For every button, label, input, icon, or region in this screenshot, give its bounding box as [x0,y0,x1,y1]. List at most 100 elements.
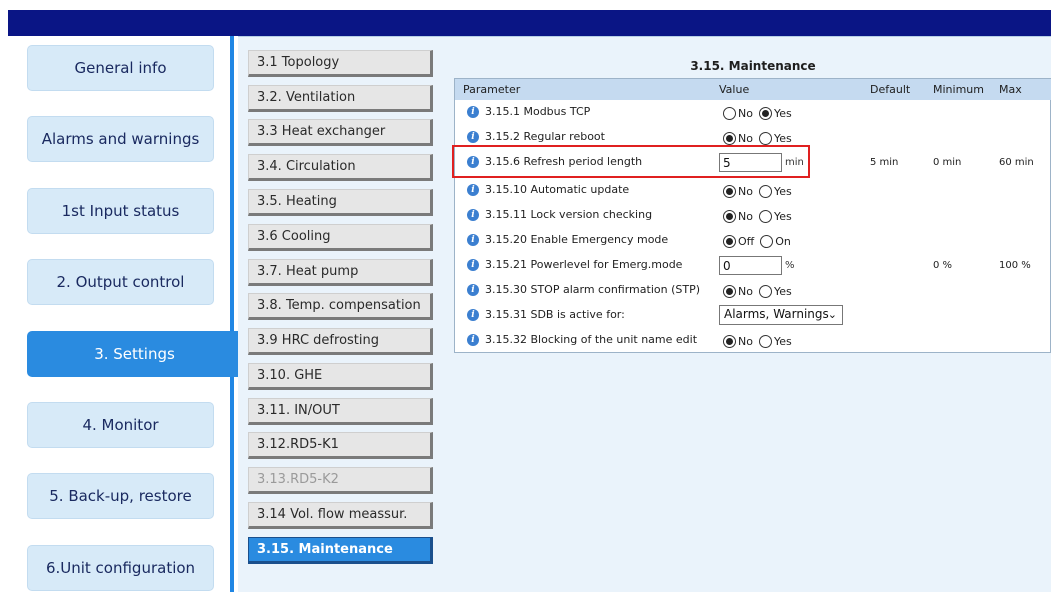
select-value: Alarms, Warnings [724,307,829,321]
radio-label: Yes [773,107,792,120]
radio-yes[interactable] [758,335,772,348]
nav-alarms-and-warnings[interactable]: Alarms and warnings [27,116,214,162]
info-icon[interactable]: i [467,284,479,296]
radio-label: No [738,210,753,223]
table-row: i 3.15.2 Regular reboot No Yes [455,126,1051,151]
table-row: i 3.15.21 Powerlevel for Emerg.mode % 0 … [455,254,1051,279]
info-icon[interactable]: i [467,334,479,346]
table-row: i 3.15.20 Enable Emergency mode Off On [455,229,1051,254]
radio-yes[interactable] [758,107,772,120]
header-parameter: Parameter [463,83,521,96]
chevron-down-icon: ⌄ [827,308,837,321]
nav-unit-configuration[interactable]: 6.Unit configuration [27,545,214,591]
radio-on[interactable] [760,235,774,248]
table-row: i 3.15.1 Modbus TCP No Yes [455,101,1051,126]
info-icon[interactable]: i [467,184,479,196]
table-row: i 3.15.6 Refresh period length min 5 min… [455,151,1051,176]
nav-label: 2. Output control [56,273,185,291]
info-icon[interactable]: i [467,131,479,143]
header-max: Max [999,83,1022,96]
info-icon[interactable]: i [467,209,479,221]
table-row: i 3.15.30 STOP alarm confirmation (STP) … [455,279,1051,304]
info-icon[interactable]: i [467,156,479,168]
subnav-maintenance[interactable]: 3.15. Maintenance [248,537,433,564]
radio-no[interactable] [723,210,736,223]
default-value: 5 min [870,157,899,168]
maintenance-table: Parameter Value Default Minimum Max i 3.… [454,78,1051,353]
radio-label: No [738,185,753,198]
radio-no[interactable] [723,285,736,298]
table-row: i 3.15.11 Lock version checking No Yes [455,204,1051,229]
subnav-temp-compensation[interactable]: 3.8. Temp. compensation [248,293,433,320]
subnav-rd5-k1[interactable]: 3.12.RD5-K1 [248,432,433,459]
param-name: 3.15.31 SDB is active for: [485,308,625,321]
subnav-in-out[interactable]: 3.11. IN/OUT [248,398,433,425]
lock-version-radio-group: No Yes [723,210,798,223]
radio-label: Yes [773,335,792,348]
radio-no[interactable] [723,132,736,145]
nav-label: 4. Monitor [82,416,159,434]
minimum-value: 0 min [933,157,962,168]
table-row: i 3.15.32 Blocking of the unit name edit… [455,329,1051,354]
info-icon[interactable]: i [467,309,479,321]
radio-label: Yes [773,285,792,298]
header-minimum: Minimum [933,83,984,96]
nav-label: 3. Settings [94,345,175,363]
minimum-value: 0 % [933,260,953,271]
sdb-active-select[interactable]: Alarms, Warnings ⌄ [719,305,843,325]
subnav-heating[interactable]: 3.5. Heating [248,189,433,216]
table-header: Parameter Value Default Minimum Max [455,79,1051,100]
refresh-period-input[interactable] [719,153,782,172]
subnav-ghe[interactable]: 3.10. GHE [248,363,433,390]
max-value: 100 % [999,260,1031,271]
radio-label: Yes [773,185,792,198]
radio-yes[interactable] [758,185,772,198]
subnav-ventilation[interactable]: 3.2. Ventilation [248,85,433,112]
info-icon[interactable]: i [467,259,479,271]
radio-label: Off [738,235,755,248]
radio-no[interactable] [723,185,736,198]
header-value: Value [719,83,750,96]
subnav-cooling[interactable]: 3.6 Cooling [248,224,433,251]
info-icon[interactable]: i [467,106,479,118]
subnav-heat-exchanger[interactable]: 3.3 Heat exchanger [248,119,433,146]
powerlevel-input[interactable] [719,256,782,275]
param-name: 3.15.10 Automatic update [485,183,630,196]
param-name: 3.15.32 Blocking of the unit name edit [485,333,698,346]
subnav-topology[interactable]: 3.1 Topology [248,50,433,77]
subnav-rd5-k2: 3.13.RD5-K2 [248,467,433,494]
nav-label: Alarms and warnings [41,130,200,148]
radio-no[interactable] [723,335,736,348]
radio-off[interactable] [723,235,736,248]
unit-label: min [785,157,804,168]
radio-no[interactable] [723,107,736,120]
nav-label: 1st Input status [61,202,180,220]
radio-yes[interactable] [758,132,772,145]
nav-input-status[interactable]: 1st Input status [27,188,214,234]
page-title: 3.15. Maintenance [690,59,816,73]
top-bar [8,10,1051,36]
subnav-heat-pump[interactable]: 3.7. Heat pump [248,259,433,286]
subnav-vol-flow-measurement[interactable]: 3.14 Vol. flow meassur. [248,502,433,529]
param-name: 3.15.1 Modbus TCP [485,105,591,118]
subnav-circulation[interactable]: 3.4. Circulation [248,154,433,181]
radio-label: On [775,235,791,248]
info-icon[interactable]: i [467,234,479,246]
radio-yes[interactable] [758,210,772,223]
radio-label: No [738,107,753,120]
emergency-mode-radio-group: Off On [723,235,797,248]
nav-backup-restore[interactable]: 5. Back-up, restore [27,473,214,519]
radio-yes[interactable] [758,285,772,298]
nav-output-control[interactable]: 2. Output control [27,259,214,305]
param-name: 3.15.11 Lock version checking [485,208,653,221]
modbus-tcp-radio-group: No Yes [723,107,798,120]
radio-label: No [738,132,753,145]
regular-reboot-radio-group: No Yes [723,132,798,145]
subnav-hrc-defrosting[interactable]: 3.9 HRC defrosting [248,328,433,355]
nav-label: 5. Back-up, restore [49,487,192,505]
nav-settings[interactable]: 3. Settings [27,331,242,377]
nav-general-info[interactable]: General info [27,45,214,91]
automatic-update-radio-group: No Yes [723,185,798,198]
radio-label: No [738,285,753,298]
nav-monitor[interactable]: 4. Monitor [27,402,214,448]
